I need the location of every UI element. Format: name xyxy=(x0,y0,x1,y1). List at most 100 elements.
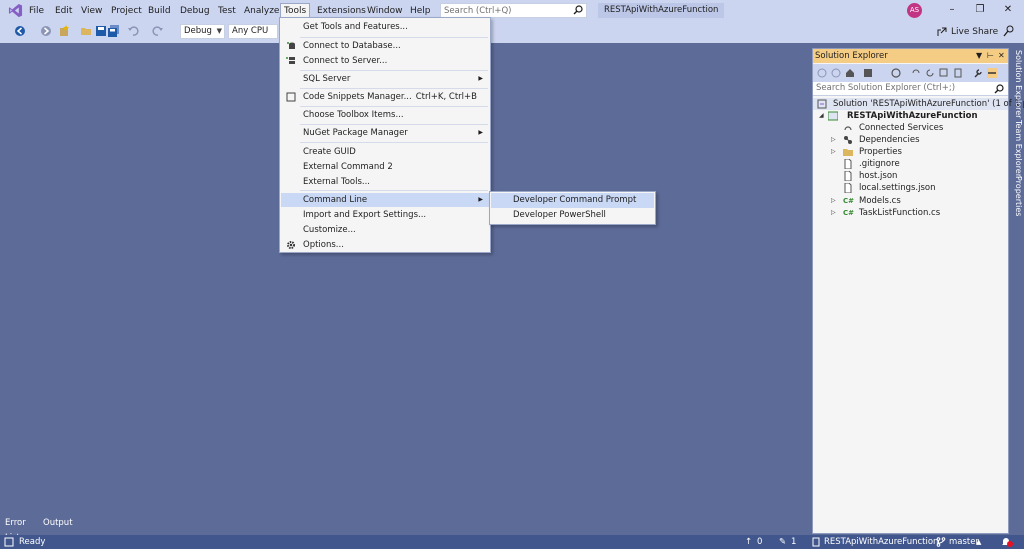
menu-test[interactable]: Test xyxy=(215,4,239,18)
sync-icon[interactable] xyxy=(911,68,921,78)
tree-item-solution[interactable]: Solution 'RESTApiWithAzureFunction' (1 o… xyxy=(813,98,1024,110)
menu-edit[interactable]: Edit xyxy=(52,4,75,18)
preview-selected-icon[interactable] xyxy=(987,68,997,78)
tree-item-label: TaskListFunction.cs xyxy=(859,208,941,218)
dependencies-icon xyxy=(844,136,852,144)
menu-window[interactable]: Window xyxy=(364,4,406,18)
tab-output[interactable]: Output xyxy=(40,516,76,531)
search-placeholder: Search (Ctrl+Q) xyxy=(444,6,512,16)
menu-item-code-snippets[interactable]: Code Snippets Manager... Ctrl+K, Ctrl+B xyxy=(281,90,489,104)
menu-build[interactable]: Build xyxy=(145,4,174,18)
menu-item-customize[interactable]: Customize... xyxy=(281,223,489,237)
menu-item-external-command[interactable]: External Command 2 xyxy=(281,160,489,174)
submenu-item-developer-command-prompt[interactable]: Developer Command Prompt xyxy=(491,193,654,208)
restore-icon[interactable]: ❐ xyxy=(974,4,986,16)
tree-item-project[interactable]: ◢ RESTApiWithAzureFunction xyxy=(819,110,1008,122)
forward-navigate-icon[interactable] xyxy=(40,25,52,37)
undo-icon[interactable] xyxy=(127,25,139,37)
menu-item-choose-toolbox[interactable]: Choose Toolbox Items... xyxy=(281,108,489,122)
pin-icon[interactable]: ⊢ xyxy=(987,49,994,63)
switch-views-icon[interactable] xyxy=(863,68,873,78)
menu-item-import-export[interactable]: Import and Export Settings... xyxy=(281,208,489,222)
properties-wrench-icon[interactable] xyxy=(973,68,983,78)
menu-item-label: Code Snippets Manager... xyxy=(303,92,412,102)
side-tab-solution-explorer[interactable]: Solution Explorer xyxy=(1013,50,1024,118)
search-box[interactable]: Search (Ctrl+Q) xyxy=(440,3,587,18)
menu-item-options[interactable]: Options... xyxy=(281,238,489,252)
visual-studio-logo-icon xyxy=(8,3,23,18)
solution-explorer-panel: Solution Explorer ▼ ⊢ ✕ Search Solution … xyxy=(812,48,1024,534)
menu-view[interactable]: View xyxy=(78,4,105,18)
side-tab-team-explorer[interactable]: Team Explorer xyxy=(1013,120,1024,177)
menu-project[interactable]: Project xyxy=(108,4,145,18)
tools-menu-dropdown: Get Tools and Features... Connect to Dat… xyxy=(279,17,491,253)
menu-item-label: Choose Toolbox Items... xyxy=(303,110,404,120)
title-menu-bar: File Edit View Project Build Debug Test … xyxy=(0,0,1024,21)
notifications-bell-icon[interactable] xyxy=(1000,537,1014,548)
pending-changes-count[interactable]: 1 xyxy=(791,535,796,549)
panel-options-chevron-icon[interactable]: ▼ xyxy=(976,49,982,63)
live-share-button[interactable]: Live Share xyxy=(937,25,998,39)
menu-item-label: Connect to Database... xyxy=(303,41,401,51)
menu-item-label: Customize... xyxy=(303,225,356,235)
branch-name[interactable]: master xyxy=(949,535,979,549)
repository-icon xyxy=(812,537,820,547)
new-project-icon[interactable] xyxy=(58,25,70,37)
tree-item-label: Models.cs xyxy=(859,196,901,206)
menu-extensions[interactable]: Extensions xyxy=(314,4,369,18)
branch-chevron-up-icon[interactable]: ▲ xyxy=(976,535,981,549)
minimize-icon[interactable]: – xyxy=(946,4,958,16)
close-icon[interactable]: ✕ xyxy=(1002,4,1014,16)
collapse-all-icon[interactable] xyxy=(939,68,949,78)
code-snippet-icon xyxy=(286,92,296,102)
server-connect-icon xyxy=(286,57,295,64)
status-ready-icon xyxy=(4,537,14,547)
menu-item-external-tools[interactable]: External Tools... xyxy=(281,175,489,189)
json-file-icon xyxy=(844,183,852,193)
user-avatar[interactable]: AS xyxy=(907,3,922,18)
csharp-file-icon: C# xyxy=(843,209,855,217)
save-icon[interactable] xyxy=(95,25,107,37)
menu-analyze[interactable]: Analyze xyxy=(241,4,282,18)
tab-error-list[interactable]: Error List xyxy=(2,516,29,543)
solution-explorer-header: Solution Explorer ▼ ⊢ ✕ xyxy=(813,49,1008,63)
menu-item-connect-database[interactable]: Connect to Database... xyxy=(281,39,489,53)
menu-item-sql-server[interactable]: SQL Server ▶ xyxy=(281,72,489,86)
menu-help[interactable]: Help xyxy=(407,4,434,18)
menu-item-nuget[interactable]: NuGet Package Manager ▶ xyxy=(281,126,489,140)
back-navigate-icon[interactable] xyxy=(14,25,26,37)
tree-item-label: local.settings.json xyxy=(859,183,936,193)
side-tab-properties[interactable]: Properties xyxy=(1013,176,1024,216)
menu-debug[interactable]: Debug xyxy=(177,4,213,18)
history-icon[interactable] xyxy=(891,68,901,78)
repository-name[interactable]: RESTApiWithAzureFunction xyxy=(824,535,938,549)
status-bar: Ready ↑ 0 ✎ 1 RESTApiWithAzureFunction m… xyxy=(0,535,1024,549)
home-icon[interactable] xyxy=(845,68,855,78)
menu-file[interactable]: File xyxy=(26,4,47,18)
menu-item-command-line[interactable]: Command Line ▶ xyxy=(281,193,489,207)
refresh-icon[interactable] xyxy=(925,68,935,78)
unpushed-commits-count[interactable]: 0 xyxy=(757,535,762,549)
panel-title: Solution Explorer xyxy=(815,51,888,61)
save-all-icon[interactable] xyxy=(108,25,120,37)
menu-item-connect-server[interactable]: Connect to Server... xyxy=(281,54,489,68)
solution-configuration-dropdown[interactable]: Debug ▼ xyxy=(180,24,225,39)
redo-icon[interactable] xyxy=(152,25,164,37)
back-icon[interactable] xyxy=(817,68,827,78)
forward-icon[interactable] xyxy=(831,68,841,78)
open-folder-icon[interactable] xyxy=(80,25,92,37)
menu-separator xyxy=(300,142,488,143)
menu-separator xyxy=(300,37,488,38)
solution-explorer-search-input[interactable]: Search Solution Explorer (Ctrl+;) xyxy=(813,82,1008,96)
solution-name-badge: RESTApiWithAzureFunction xyxy=(598,3,725,18)
collapsed-arrow-icon: ▷ xyxy=(831,197,836,204)
pencil-icon: ✎ xyxy=(779,537,787,547)
feedback-icon[interactable] xyxy=(1003,25,1015,37)
show-all-files-icon[interactable] xyxy=(953,68,963,78)
submenu-item-developer-powershell[interactable]: Developer PowerShell xyxy=(491,208,654,223)
panel-close-icon[interactable]: ✕ xyxy=(998,49,1005,63)
menu-item-get-tools[interactable]: Get Tools and Features... xyxy=(281,20,489,34)
search-icon xyxy=(994,84,1004,94)
menu-item-create-guid[interactable]: Create GUID xyxy=(281,145,489,159)
solution-platform-dropdown[interactable]: Any CPU xyxy=(228,24,278,39)
